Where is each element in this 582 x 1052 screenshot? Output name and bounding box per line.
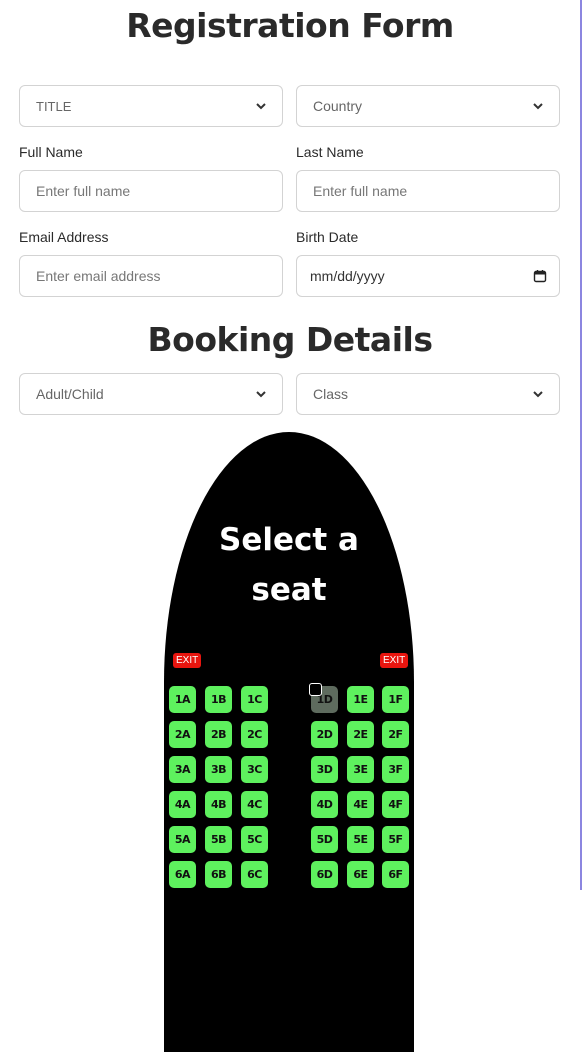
seat-3e[interactable]: 3E xyxy=(347,756,374,783)
country-select[interactable]: Country xyxy=(296,85,560,127)
title-select-value: TITLE xyxy=(36,98,72,114)
seat-1c[interactable]: 1C xyxy=(241,686,268,713)
seat-5e[interactable]: 5E xyxy=(347,826,374,853)
seat-3f[interactable]: 3F xyxy=(382,756,409,783)
seat-2b[interactable]: 2B xyxy=(205,721,232,748)
seat-5b[interactable]: 5B xyxy=(205,826,232,853)
passenger-type-select[interactable]: Adult/Child xyxy=(19,373,283,415)
seat-4a[interactable]: 4A xyxy=(169,791,196,818)
class-select-value: Class xyxy=(313,386,349,402)
seat-6b[interactable]: 6B xyxy=(205,861,232,888)
seat-2a[interactable]: 2A xyxy=(169,721,196,748)
country-select-value: Country xyxy=(313,98,363,114)
seat-4b[interactable]: 4B xyxy=(205,791,232,818)
registration-title: Registration Form xyxy=(126,6,454,45)
seat-6e[interactable]: 6E xyxy=(347,861,374,888)
seat-3b[interactable]: 3B xyxy=(205,756,232,783)
seat-4c[interactable]: 4C xyxy=(241,791,268,818)
birth-date-value: mm/dd/yyyy xyxy=(310,268,385,284)
seat-map-title: Select a seat xyxy=(164,515,414,615)
seat-1e[interactable]: 1E xyxy=(347,686,374,713)
seat-3c[interactable]: 3C xyxy=(241,756,268,783)
title-select[interactable]: TITLE xyxy=(19,85,283,127)
last-name-field[interactable]: Enter full name xyxy=(296,170,560,212)
exit-sign-right: EXIT xyxy=(380,653,409,668)
seat-6f[interactable]: 6F xyxy=(382,861,409,888)
email-label: Email Address xyxy=(19,229,109,245)
seat-2d[interactable]: 2D xyxy=(311,721,338,748)
chevron-down-icon xyxy=(256,103,266,110)
birth-date-field[interactable]: mm/dd/yyyy xyxy=(296,255,560,297)
passenger-type-value: Adult/Child xyxy=(36,386,104,402)
calendar-icon[interactable] xyxy=(533,269,547,283)
class-select[interactable]: Class xyxy=(296,373,560,415)
seat-map-title-line2: seat xyxy=(251,572,327,608)
chevron-down-icon xyxy=(256,391,266,398)
seat-6c[interactable]: 6C xyxy=(241,861,268,888)
seat-1f[interactable]: 1F xyxy=(382,686,409,713)
seat-4f[interactable]: 4F xyxy=(382,791,409,818)
seat-5f[interactable]: 5F xyxy=(382,826,409,853)
seat-6a[interactable]: 6A xyxy=(169,861,196,888)
full-name-placeholder: Enter full name xyxy=(36,183,131,199)
last-name-placeholder: Enter full name xyxy=(313,183,408,199)
seat-5a[interactable]: 5A xyxy=(169,826,196,853)
chevron-down-icon xyxy=(533,103,543,110)
seat-1b[interactable]: 1B xyxy=(205,686,232,713)
seat-6d[interactable]: 6D xyxy=(311,861,338,888)
exit-sign-left: EXIT xyxy=(173,653,202,668)
seat-5c[interactable]: 5C xyxy=(241,826,268,853)
full-name-label: Full Name xyxy=(19,144,83,160)
seat-2e[interactable]: 2E xyxy=(347,721,374,748)
seat-map-title-line1: Select a xyxy=(219,522,359,558)
seat-2c[interactable]: 2C xyxy=(241,721,268,748)
seat-3a[interactable]: 3A xyxy=(169,756,196,783)
booking-title: Booking Details xyxy=(147,320,433,359)
seat-5d[interactable]: 5D xyxy=(311,826,338,853)
seat-3d[interactable]: 3D xyxy=(311,756,338,783)
birth-date-label: Birth Date xyxy=(296,229,359,245)
seat-4d[interactable]: 4D xyxy=(311,791,338,818)
email-field[interactable]: Enter email address xyxy=(19,255,283,297)
last-name-label: Last Name xyxy=(296,144,364,160)
seat-2f[interactable]: 2F xyxy=(382,721,409,748)
chevron-down-icon xyxy=(533,391,543,398)
seat-checkbox[interactable] xyxy=(309,683,322,696)
seat-1a[interactable]: 1A xyxy=(169,686,196,713)
seat-4e[interactable]: 4E xyxy=(347,791,374,818)
full-name-field[interactable]: Enter full name xyxy=(19,170,283,212)
email-placeholder: Enter email address xyxy=(36,268,161,284)
